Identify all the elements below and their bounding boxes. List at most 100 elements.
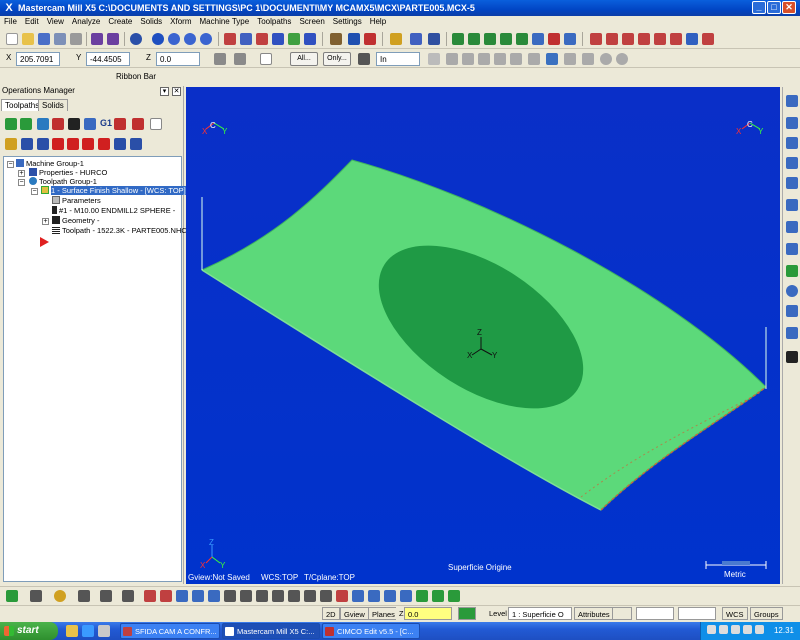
menu-edit[interactable]: Edit xyxy=(21,16,43,26)
lock-icon[interactable] xyxy=(214,53,226,65)
single-display-icon[interactable] xyxy=(130,138,142,150)
verify-icon[interactable] xyxy=(84,118,96,130)
solid-icon[interactable] xyxy=(432,590,444,602)
translate-icon[interactable] xyxy=(320,590,332,602)
groups-button[interactable]: Groups xyxy=(750,607,783,620)
tree-geometry[interactable]: Geometry - xyxy=(52,216,100,226)
toolpath-icon-5[interactable] xyxy=(516,33,528,45)
shaded-icon[interactable] xyxy=(200,33,212,45)
surface-create-icon[interactable] xyxy=(352,590,364,602)
expand-geometry[interactable]: + xyxy=(42,218,49,225)
boolean-icon[interactable] xyxy=(448,590,460,602)
fit-view-icon[interactable] xyxy=(288,33,300,45)
modify-icon[interactable] xyxy=(192,590,204,602)
open-file-icon[interactable] xyxy=(22,33,34,45)
edge-select-icon[interactable] xyxy=(582,53,594,65)
color-swatch[interactable] xyxy=(458,607,476,620)
select-dirty-ops-icon[interactable] xyxy=(20,118,32,130)
wcs-button[interactable]: WCS xyxy=(722,607,748,620)
z-coord-field[interactable]: 0.0 xyxy=(156,52,200,66)
view-mode-button[interactable]: 2D xyxy=(322,607,340,620)
quicklaunch-ie-icon[interactable] xyxy=(82,625,94,637)
surface-icon-8[interactable] xyxy=(702,33,714,45)
rectangle-icon[interactable] xyxy=(100,590,112,602)
clear-select-icon[interactable] xyxy=(600,53,612,65)
planes-icon[interactable] xyxy=(348,33,360,45)
regenerate-all-icon[interactable] xyxy=(37,118,49,130)
cplane-icon[interactable] xyxy=(330,33,342,45)
level-select[interactable]: 1 : Superficie O xyxy=(508,607,572,620)
save-icon[interactable] xyxy=(38,33,50,45)
insert-after-icon[interactable] xyxy=(98,138,110,150)
toolpath-icon-6[interactable] xyxy=(532,33,544,45)
view-side-icon[interactable] xyxy=(256,33,268,45)
move-up-icon[interactable] xyxy=(67,138,79,150)
insert-arrow-marker-icon[interactable] xyxy=(40,237,49,247)
revolve-icon[interactable] xyxy=(384,590,396,602)
wireframe-icon[interactable] xyxy=(168,33,180,45)
tray-icon-1[interactable] xyxy=(707,625,716,634)
join-icon[interactable] xyxy=(176,590,188,602)
ops-help-icon[interactable] xyxy=(150,118,162,130)
area-select-icon[interactable] xyxy=(462,53,474,65)
polygon-select-icon[interactable] xyxy=(510,53,522,65)
offset-icon[interactable] xyxy=(256,590,268,602)
point-select-icon[interactable] xyxy=(494,53,506,65)
lock-ops-icon[interactable] xyxy=(5,138,17,150)
select-only-button[interactable]: Only... xyxy=(323,52,351,66)
tray-icon-4[interactable] xyxy=(743,625,752,634)
regenerate-dirty-icon[interactable] xyxy=(52,118,64,130)
right-tool-icon-9[interactable] xyxy=(786,265,798,277)
toggle-posting-icon[interactable] xyxy=(37,138,49,150)
view-front-icon[interactable] xyxy=(240,33,252,45)
window-select-icon[interactable] xyxy=(428,53,440,65)
view-iso-icon[interactable] xyxy=(272,33,284,45)
line-width-select[interactable] xyxy=(678,607,716,620)
break-icon[interactable] xyxy=(160,590,172,602)
new-file-icon[interactable] xyxy=(6,33,18,45)
speaker-icon[interactable] xyxy=(755,625,764,634)
spline-icon[interactable] xyxy=(122,590,134,602)
right-tool-icon-5[interactable] xyxy=(786,177,798,189)
hidden-line-icon[interactable] xyxy=(184,33,196,45)
right-tool-icon-7[interactable] xyxy=(786,221,798,233)
expand-toolpath-group[interactable]: − xyxy=(18,179,25,186)
wcs-icon[interactable] xyxy=(364,33,376,45)
maximize-button[interactable]: □ xyxy=(767,1,781,14)
menu-settings[interactable]: Settings xyxy=(329,16,366,26)
selection-mode-icon[interactable] xyxy=(358,53,370,65)
clock[interactable]: 12.31 xyxy=(774,626,794,635)
right-tool-icon-6[interactable] xyxy=(786,199,798,211)
menu-solids[interactable]: Solids xyxy=(136,16,166,26)
chamfer-icon[interactable] xyxy=(240,590,252,602)
backplot-icon[interactable] xyxy=(68,118,80,130)
line-style-select[interactable] xyxy=(636,607,674,620)
surface-icon-2[interactable] xyxy=(606,33,618,45)
right-tool-icon-10[interactable] xyxy=(786,285,798,297)
attributes-button[interactable]: Attributes xyxy=(574,607,614,620)
delete-ops-icon[interactable] xyxy=(132,118,144,130)
surface-icon-7[interactable] xyxy=(686,33,698,45)
right-tool-icon-8[interactable] xyxy=(786,243,798,255)
minimize-button[interactable]: _ xyxy=(752,1,766,14)
redo-icon[interactable] xyxy=(107,33,119,45)
menu-screen[interactable]: Screen xyxy=(295,16,328,26)
scroll-to-insert-icon[interactable] xyxy=(114,138,126,150)
right-tool-icon-3[interactable] xyxy=(786,137,798,149)
surface-icon-1[interactable] xyxy=(590,33,602,45)
right-tool-icon-12[interactable] xyxy=(786,327,798,339)
select-all-ops-icon[interactable] xyxy=(5,118,17,130)
toolpath-icon-2[interactable] xyxy=(468,33,480,45)
surface-icon-3[interactable] xyxy=(622,33,634,45)
right-tool-icon-4[interactable] xyxy=(786,157,798,169)
tree-tool[interactable]: #1 - M10.00 ENDMILL2 SPHERE - xyxy=(52,206,175,216)
right-tool-icon-11[interactable] xyxy=(786,305,798,317)
grid-snap-icon[interactable] xyxy=(234,53,246,65)
expand-properties[interactable]: + xyxy=(18,170,25,177)
insert-arrow-icon[interactable] xyxy=(82,138,94,150)
rotate-icon[interactable] xyxy=(288,590,300,602)
solid-select-icon[interactable] xyxy=(546,53,558,65)
planes-button[interactable]: Planes xyxy=(368,607,399,620)
tab-toolpaths[interactable]: Toolpaths xyxy=(1,99,44,111)
print-icon[interactable] xyxy=(70,33,82,45)
